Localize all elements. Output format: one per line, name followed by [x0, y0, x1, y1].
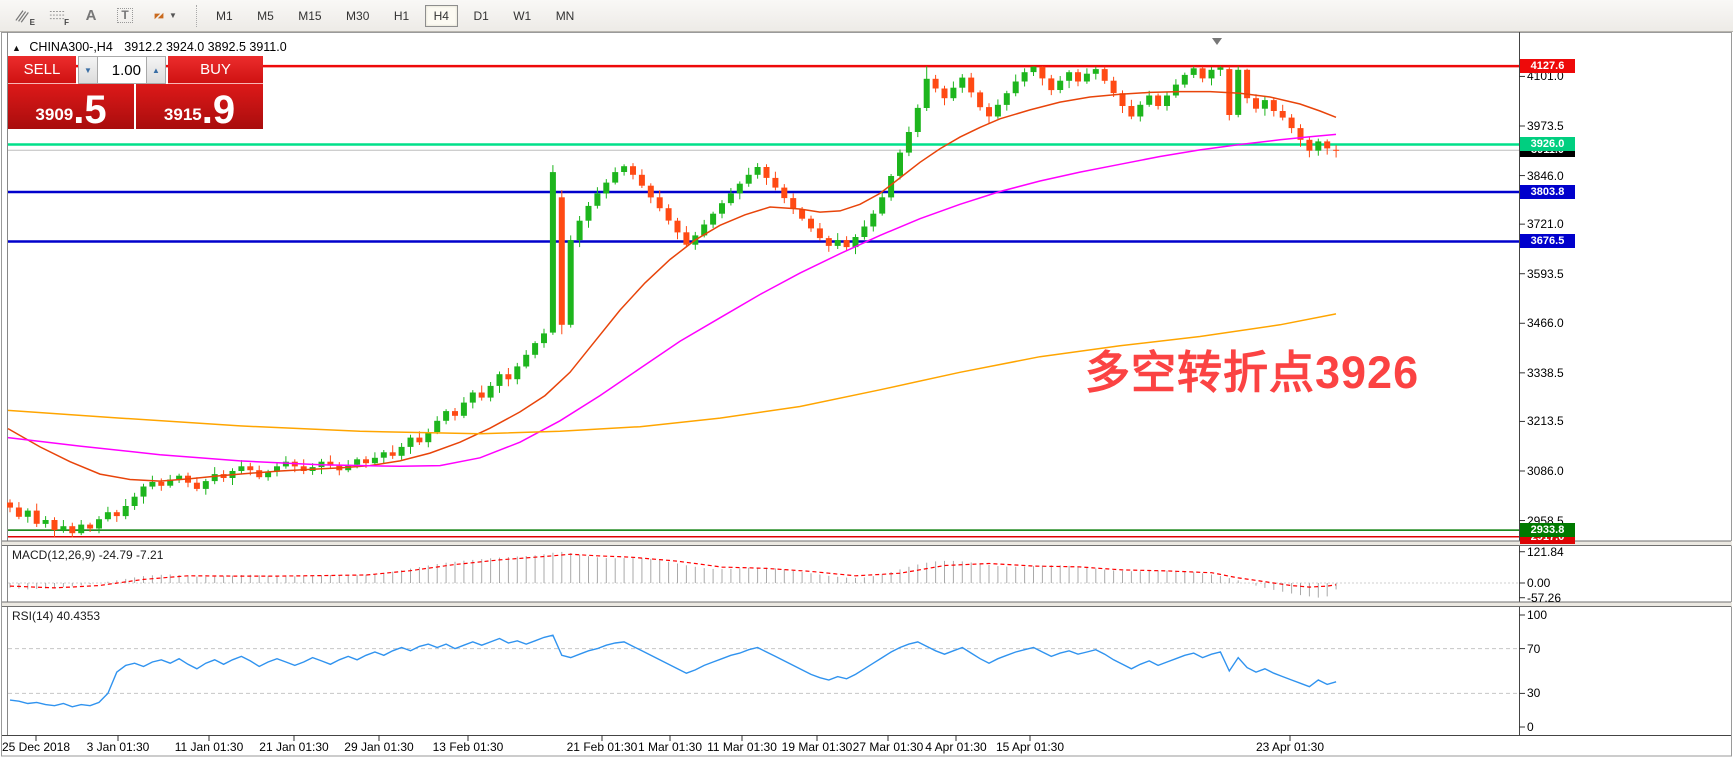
date-axis-label: 4 Apr 01:30: [925, 740, 986, 754]
sell-price-display[interactable]: 3909 .5: [8, 84, 134, 129]
macd-histogram: [10, 552, 1336, 598]
macd-indicator-label: MACD(12,26,9) -24.79 -7.21: [12, 548, 163, 562]
ohlc-values: 3912.2 3924.0 3892.5 3911.0: [124, 40, 286, 54]
price-axis-label: 3213.5: [1527, 414, 1564, 428]
buy-button[interactable]: BUY: [168, 56, 263, 84]
tf-button-d1[interactable]: D1: [464, 5, 497, 27]
sell-price-main: 3909: [35, 106, 73, 123]
price-axis-label: 3338.5: [1527, 366, 1564, 380]
tf-button-m15[interactable]: M15: [289, 5, 330, 27]
icon-sub-label: E: [30, 18, 35, 27]
buy-price-main: 3915: [164, 106, 202, 123]
fibonacci-grid-icon[interactable]: F: [42, 4, 72, 28]
macd-axis-label: 121.84: [1527, 545, 1564, 559]
date-axis-label: 23 Apr 01:30: [1256, 740, 1324, 754]
volume-decrease-button[interactable]: ▼: [78, 56, 98, 84]
rsi-axis-label: 30: [1527, 686, 1540, 700]
price-level-badge: 3926.0: [1520, 137, 1575, 151]
date-axis-label: 11 Mar 01:30: [707, 740, 777, 754]
text-box-icon[interactable]: T: [110, 4, 140, 28]
price-axis-label: 3973.5: [1527, 119, 1564, 133]
crosshair-draw-icon[interactable]: E: [8, 4, 38, 28]
tf-button-m5[interactable]: M5: [248, 5, 283, 27]
date-axis-label: 21 Jan 01:30: [259, 740, 328, 754]
buy-price-display[interactable]: 3915 .9: [136, 84, 263, 129]
rsi-axis-label: 100: [1527, 608, 1547, 622]
chart-annotation-text: 多空转折点3926: [1085, 336, 1419, 401]
macd-axis-label: 0.00: [1527, 576, 1550, 590]
mt4-chart-app: E F A T ▼ M1 M5 M15 M30 H1 H4 D1 W1: [0, 0, 1733, 757]
date-axis-label: 11 Jan 01:30: [175, 740, 244, 754]
date-axis-label: 13 Feb 01:30: [433, 740, 504, 754]
tf-button-mn[interactable]: MN: [547, 5, 584, 27]
symbol-timeframe-label: CHINA300-,H4: [29, 40, 112, 54]
one-click-trading-panel: SELL ▼ ▲ BUY 3909 .5 3915 .9: [8, 56, 263, 129]
text-label-icon[interactable]: A: [76, 4, 106, 28]
rsi-axis-label: 0: [1527, 720, 1534, 734]
tf-button-h1[interactable]: H1: [385, 5, 418, 27]
rsi-line: [10, 635, 1336, 707]
date-axis-label: 21 Feb 01:30: [567, 740, 638, 754]
macd-axis-label: -57.26: [1527, 591, 1561, 605]
tf-button-w1[interactable]: W1: [504, 5, 540, 27]
price-level-badge: 3803.8: [1520, 185, 1575, 199]
candlesticks: [7, 66, 1339, 537]
date-axis-label: 25 Dec 2018: [2, 740, 70, 754]
date-axis-label: 1 Mar 01:30: [638, 740, 702, 754]
price-level-lines[interactable]: [8, 66, 1519, 537]
price-axis-label: 3466.0: [1527, 316, 1564, 330]
toolbar-divider: [196, 5, 198, 27]
date-axis-label: 27 Mar 01:30: [853, 740, 924, 754]
price-axis-label: 3846.0: [1527, 169, 1564, 183]
price-axis-label: 3086.0: [1527, 464, 1564, 478]
date-axis-label: 19 Mar 01:30: [782, 740, 853, 754]
buy-price-pips: .9: [202, 95, 235, 126]
price-level-badge: 4127.6: [1520, 59, 1575, 73]
sell-button[interactable]: SELL: [8, 56, 76, 84]
date-axis-label: 15 Apr 01:30: [996, 740, 1064, 754]
tf-button-h4[interactable]: H4: [425, 5, 458, 27]
volume-input[interactable]: [98, 56, 146, 84]
collapse-triangle-icon[interactable]: ▲: [12, 43, 21, 53]
icon-sub-label: F: [64, 18, 69, 27]
timeframe-toolbar: M1 M5 M15 M30 H1 H4 D1 W1 MN: [206, 5, 584, 27]
toolbar: E F A T ▼ M1 M5 M15 M30 H1 H4 D1 W1: [0, 0, 1733, 32]
chevron-down-icon: ▼: [169, 11, 177, 20]
date-axis-label: 3 Jan 01:30: [87, 740, 150, 754]
price-axis-label: 3721.0: [1527, 217, 1564, 231]
arrows-dropdown-icon[interactable]: ▼: [144, 4, 184, 28]
chart-shift-marker-icon: [1212, 38, 1222, 45]
price-level-badge: 2933.8: [1520, 523, 1575, 537]
rsi-axis-label: 70: [1527, 642, 1540, 656]
price-level-badge: 3676.5: [1520, 234, 1575, 248]
tf-button-m30[interactable]: M30: [337, 5, 378, 27]
date-axis-label: 29 Jan 01:30: [344, 740, 413, 754]
tf-button-m1[interactable]: M1: [207, 5, 242, 27]
sell-price-pips: .5: [73, 95, 106, 126]
price-axis-label: 3593.5: [1527, 267, 1564, 281]
chart-title: ▲ CHINA300-,H4 3912.2 3924.0 3892.5 3911…: [12, 40, 287, 54]
ma-mid-line: [8, 134, 1336, 466]
rsi-indicator-label: RSI(14) 40.4353: [12, 609, 100, 623]
volume-increase-button[interactable]: ▲: [146, 56, 166, 84]
